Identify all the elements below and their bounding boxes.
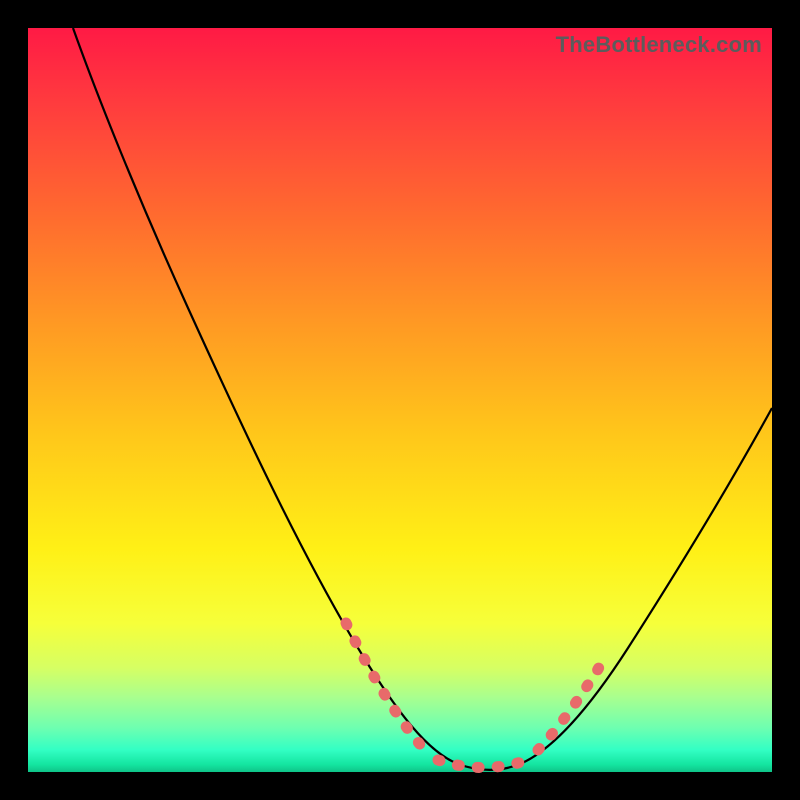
chart-plot-area: TheBottleneck.com	[28, 28, 772, 772]
chart-frame: TheBottleneck.com	[0, 0, 800, 800]
bottleneck-curve	[73, 28, 772, 770]
highlight-right-dots	[538, 666, 600, 750]
chart-svg	[28, 28, 772, 772]
highlight-left-dots	[346, 623, 423, 748]
